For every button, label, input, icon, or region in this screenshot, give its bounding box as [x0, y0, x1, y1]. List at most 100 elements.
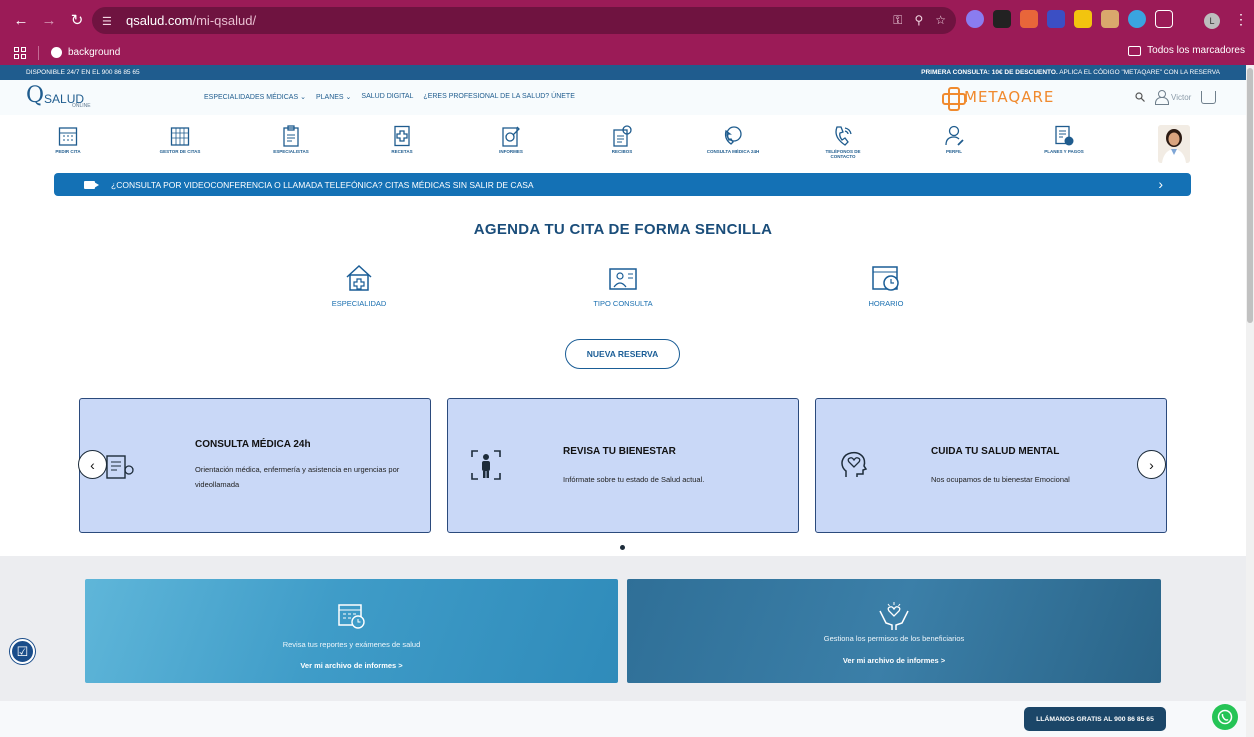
quicknav-item-3[interactable]: ESPECIALISTAS: [261, 125, 321, 154]
card-desc: Infórmate sobre tu estado de Salud actua…: [563, 475, 705, 484]
extension-icon[interactable]: [1101, 10, 1119, 28]
step-horario[interactable]: HORARIO: [826, 263, 946, 308]
bookmark-background[interactable]: background: [51, 47, 120, 58]
zoom-icon[interactable]: ⚲: [914, 13, 923, 28]
back-icon[interactable]: ←: [10, 9, 32, 31]
menu-icon[interactable]: ⋮: [1234, 11, 1248, 28]
clipboard-icon: [281, 125, 301, 147]
quicknav-item-2[interactable]: GESTOR DE CITAS: [150, 125, 210, 154]
card-desc: Nos ocupamos de tu bienestar Emocional: [931, 475, 1070, 484]
banner-text: ¿CONSULTA POR VIDEOCONFERENCIA O LLAMADA…: [111, 179, 534, 190]
promo-text: PRIMERA CONSULTA: 10€ DE DESCUENTO. APLI…: [921, 69, 1220, 76]
carousel-prev-button[interactable]: ‹: [78, 450, 107, 479]
promo-link[interactable]: Ver mi archivo de informes >: [627, 656, 1161, 665]
call-free-button[interactable]: LLÁMANOS GRATIS AL 900 86 85 65: [1024, 707, 1166, 731]
prescription-icon: [392, 125, 412, 147]
profile-avatar[interactable]: L: [1204, 13, 1220, 29]
availability-text: DISPONIBLE 24/7 EN EL 900 86 85 65: [26, 69, 140, 76]
chevron-right-icon[interactable]: ›: [1158, 176, 1163, 192]
quicknav-label: PLANES Y PAGOS: [1044, 149, 1084, 154]
forward-icon[interactable]: →: [38, 9, 60, 31]
promo-beneficiaries[interactable]: Gestiona los permisos de los beneficiari…: [627, 579, 1161, 683]
promo-reports[interactable]: Revisa tus reportes y exámenes de salud …: [85, 579, 618, 683]
quicknav-item-7[interactable]: CONSULTA MÉDICA 24H: [703, 125, 763, 154]
extension-icon[interactable]: [1020, 10, 1038, 28]
phone-icon: [833, 125, 853, 147]
doctor-avatar[interactable]: [1158, 125, 1190, 163]
step-especialidad[interactable]: ESPECIALIDAD: [299, 263, 419, 308]
carousel-next-button[interactable]: ›: [1137, 450, 1166, 479]
step-tipo-consulta[interactable]: TIPO CONSULTA: [563, 263, 683, 308]
quicknav-item-4[interactable]: RECETAS: [372, 125, 432, 154]
puzzle-icon[interactable]: [1155, 10, 1173, 28]
whatsapp-button[interactable]: [1212, 704, 1238, 730]
menu-salud-digital[interactable]: SALUD DIGITAL: [361, 93, 413, 101]
key-icon[interactable]: ⚿: [893, 13, 902, 28]
consult-type-icon: [609, 268, 637, 290]
report-icon: [501, 125, 521, 147]
folder-icon: [1128, 45, 1142, 56]
extension-icon[interactable]: [1128, 10, 1146, 28]
service-card-bienestar[interactable]: REVISA TU BIENESTAR Infórmate sobre tu e…: [447, 398, 799, 533]
quicknav-label: RECETAS: [391, 149, 413, 154]
user-icon[interactable]: [1155, 90, 1169, 105]
quicknav-item-9[interactable]: PERFIL: [924, 125, 984, 154]
video-consult-banner[interactable]: ¿CONSULTA POR VIDEOCONFERENCIA O LLAMADA…: [54, 173, 1191, 196]
promo-text: Revisa tus reportes y exámenes de salud: [282, 640, 421, 649]
service-card-salud-mental[interactable]: CUIDA TU SALUD MENTAL Nos ocupamos de tu…: [815, 398, 1167, 533]
cart-icon[interactable]: [1201, 90, 1217, 104]
mental-health-icon: [841, 451, 868, 477]
quicknav-label: PERFIL: [945, 149, 962, 154]
quick-nav: PEDIR CITA GESTOR DE CITAS ESPECIALISTAS RE…: [0, 125, 1246, 165]
quicknav-label: CONSULTA MÉDICA 24H: [706, 149, 760, 154]
scroll-thumb[interactable]: [1247, 68, 1253, 323]
address-bar[interactable]: ☰ qsalud.com/mi-qsalud/ ⚿ ⚲ ☆: [92, 7, 956, 34]
accessibility-icon: ☑: [16, 643, 29, 659]
quicknav-item-1[interactable]: PEDIR CITA: [38, 125, 98, 154]
quicknav-item-6[interactable]: RECIBOS: [592, 125, 652, 154]
page-scrollbar[interactable]: [1246, 65, 1254, 737]
calendar-clock-icon: [338, 604, 365, 629]
receipt-icon: [612, 125, 632, 147]
step-label: ESPECIALIDAD: [331, 299, 387, 308]
extension-icon[interactable]: [1074, 10, 1092, 28]
user-name[interactable]: Victor: [1171, 93, 1191, 102]
extension-icon[interactable]: [993, 10, 1011, 28]
calendar-grid-icon: [170, 125, 190, 147]
carousel-dot[interactable]: [620, 545, 625, 550]
extension-icon[interactable]: [966, 10, 984, 28]
site-settings-icon[interactable]: ☰: [102, 15, 116, 28]
partner-logo[interactable]: METAQARE: [942, 87, 1054, 111]
quicknav-item-5[interactable]: INFORMES: [481, 125, 541, 154]
extension-icon[interactable]: [1047, 10, 1065, 28]
new-booking-button[interactable]: NUEVA RESERVA: [565, 339, 680, 369]
url-text[interactable]: qsalud.com/mi-qsalud/: [126, 13, 256, 28]
search-icon[interactable]: [1135, 92, 1145, 102]
menu-especialidades[interactable]: ESPECIALIDADES MÉDICAS ⌄: [204, 93, 306, 101]
promo-link[interactable]: Ver mi archivo de informes >: [85, 661, 618, 670]
browser-toolbar: ← → ↻ ☰ qsalud.com/mi-qsalud/ ⚿ ⚲ ☆ L ⋮: [0, 0, 1254, 40]
bookmark-label: background: [68, 47, 121, 58]
quicknav-label: GESTOR DE CITAS: [159, 149, 201, 154]
body-scan-icon: [471, 450, 501, 480]
quicknav-label: INFORMES: [499, 149, 523, 154]
extensions-area: [966, 10, 1173, 28]
all-bookmarks[interactable]: Todos los marcadores: [1128, 45, 1245, 56]
chevron-down-icon: ⌄: [345, 94, 352, 101]
menu-profesional[interactable]: ¿ERES PROFESIONAL DE LA SALUD? ÚNETE: [423, 93, 574, 101]
care-hands-icon: [879, 602, 909, 630]
bookmark-star-icon[interactable]: ☆: [935, 13, 946, 28]
quicknav-label: PEDIR CITA: [55, 149, 81, 154]
menu-planes[interactable]: PLANES ⌄: [316, 93, 351, 101]
apps-grid-icon[interactable]: [14, 46, 26, 59]
reload-icon[interactable]: ↻: [66, 9, 88, 31]
accessibility-button[interactable]: ☑: [10, 639, 35, 664]
quicknav-item-8[interactable]: TELÉFONOS DE CONTACTO: [813, 125, 873, 159]
top-info-strip: DISPONIBLE 24/7 EN EL 900 86 85 65 PRIME…: [0, 65, 1246, 80]
service-card-consulta[interactable]: CONSULTA MÉDICA 24h Orientación médica, …: [79, 398, 431, 533]
chevron-down-icon: ⌄: [300, 94, 306, 101]
site-logo[interactable]: Q SALUD ONLINE: [26, 85, 91, 110]
step-label: TIPO CONSULTA: [593, 299, 653, 308]
quicknav-label: ESPECIALISTAS: [273, 149, 309, 154]
quicknav-item-10[interactable]: PLANES Y PAGOS: [1034, 125, 1094, 154]
